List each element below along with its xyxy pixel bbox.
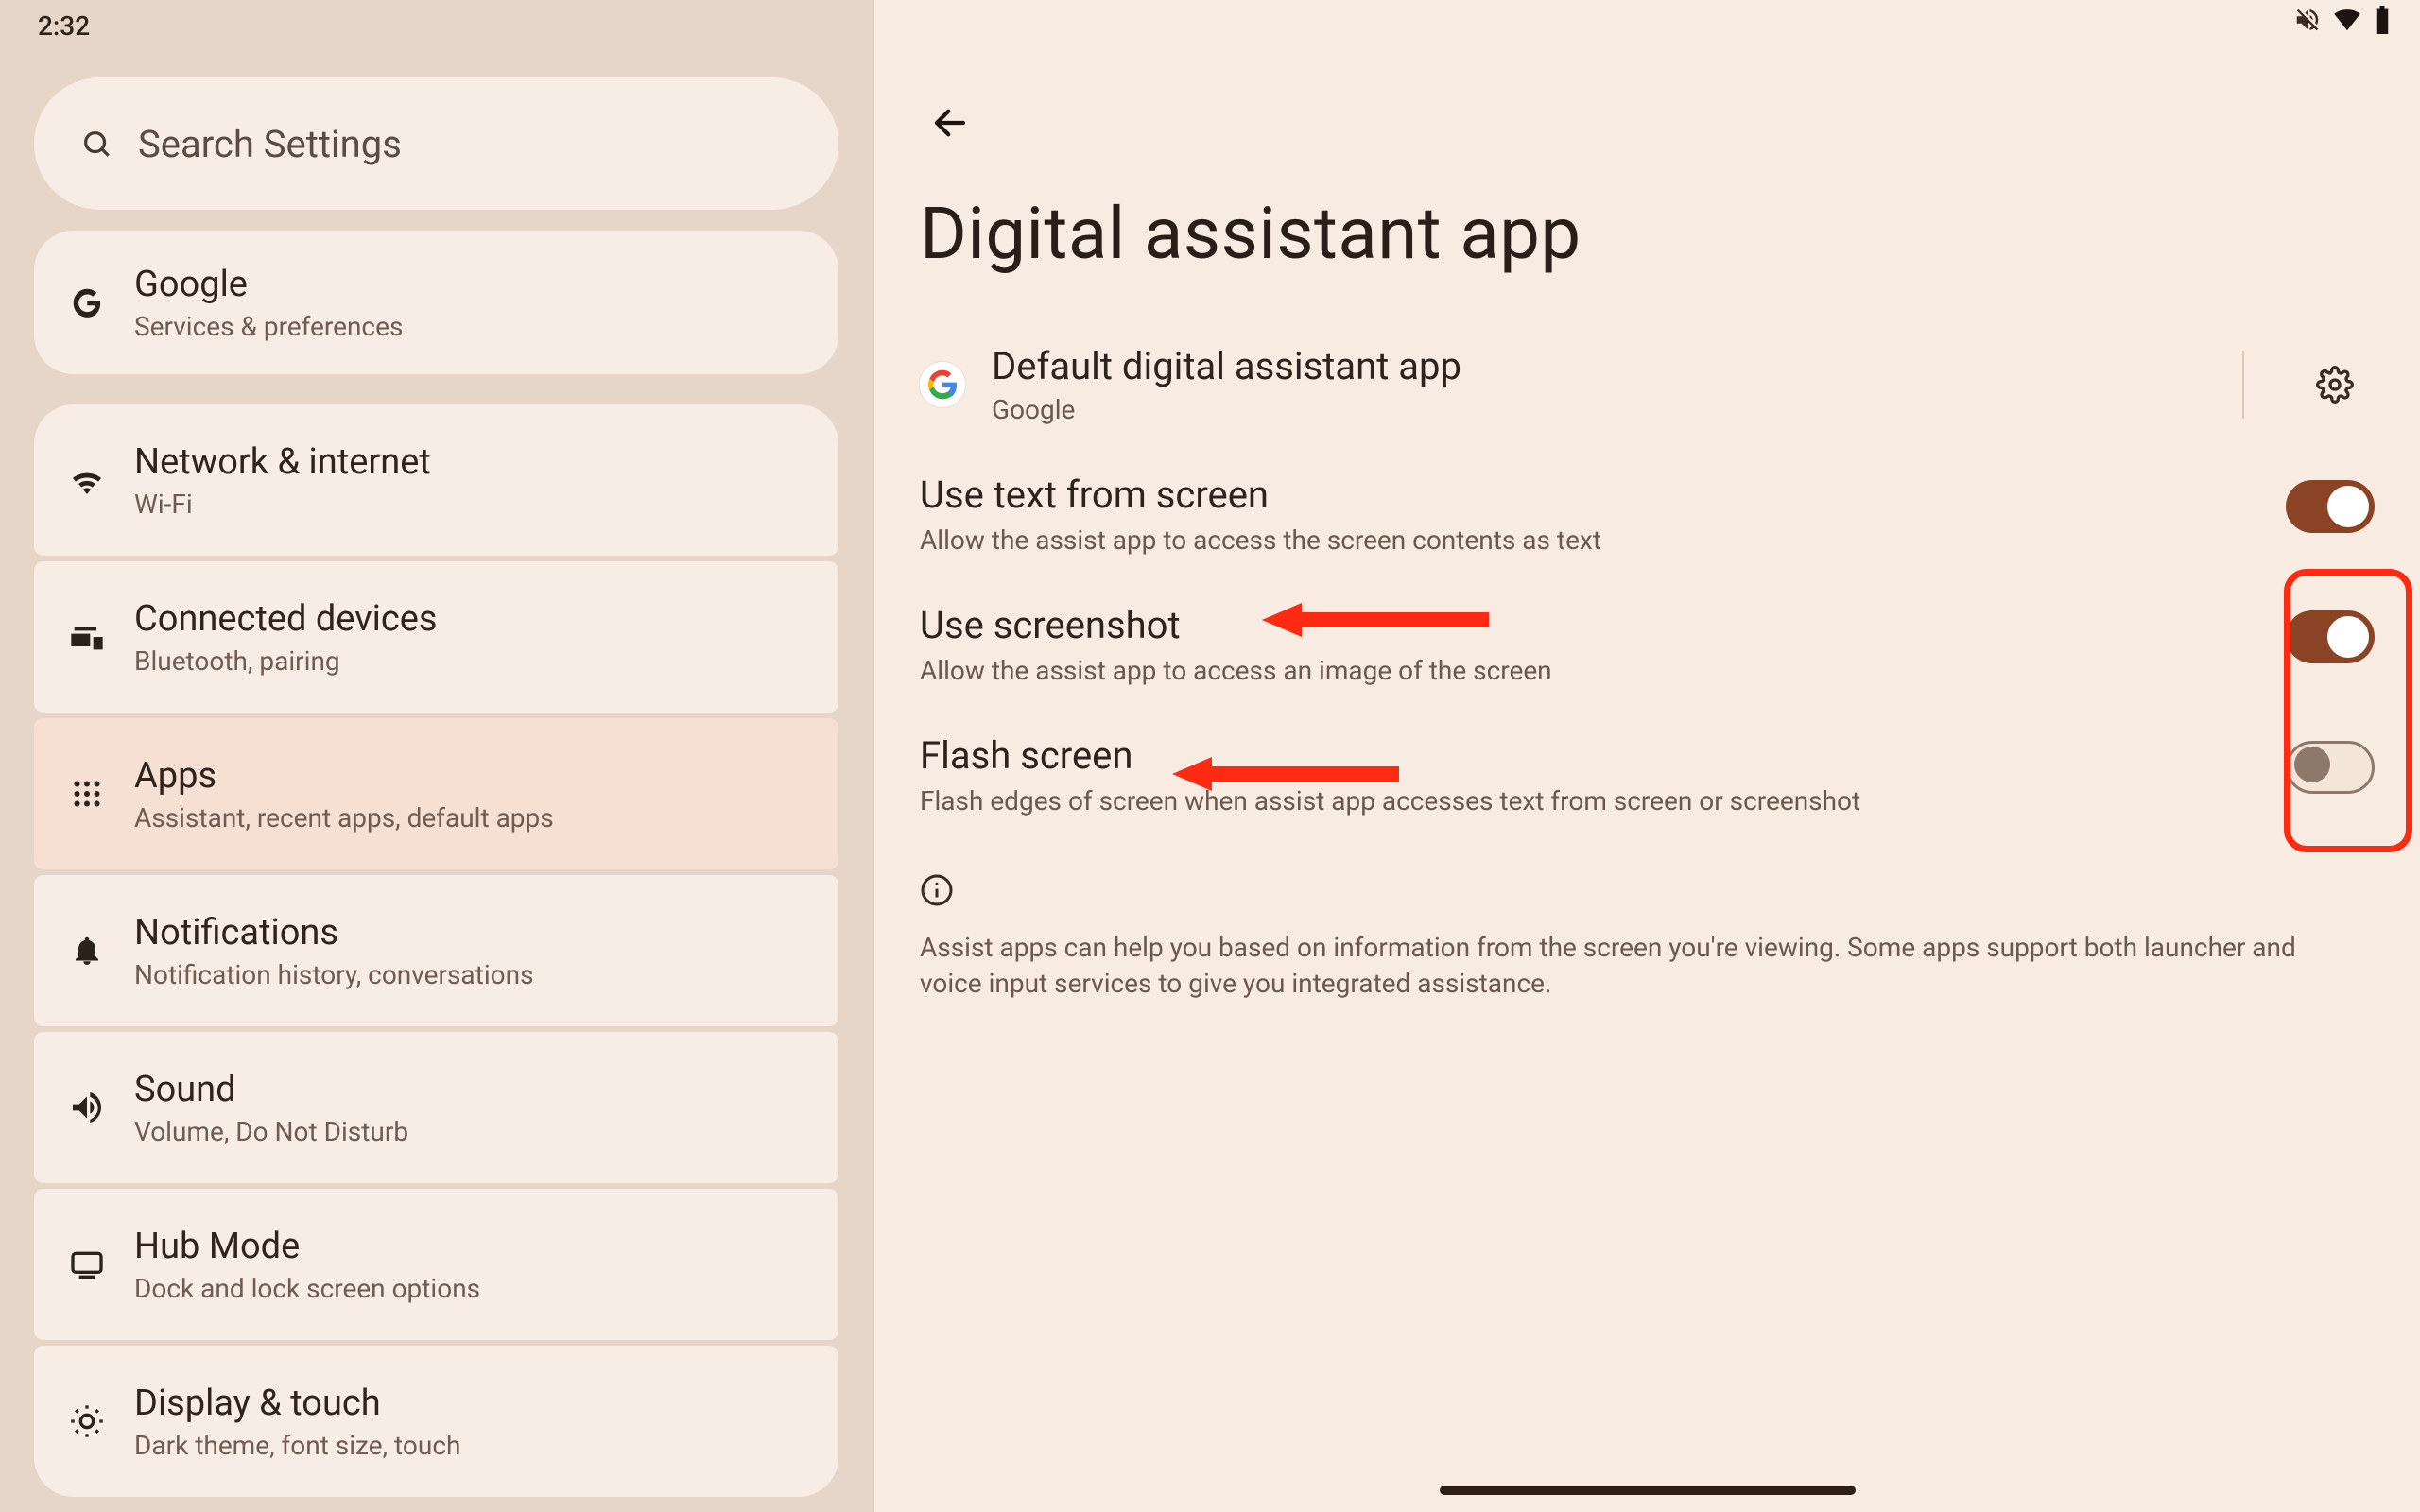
dock-icon [66, 1244, 108, 1285]
status-icons [2293, 6, 2392, 34]
assistant-settings-gear[interactable] [2295, 345, 2375, 424]
settings-sidebar: 2:32 Search Settings Google Servic [0, 0, 874, 1512]
brightness-icon [66, 1400, 108, 1442]
switch-use-text[interactable] [2286, 480, 2375, 533]
google-g-icon [66, 282, 108, 323]
volume-icon [66, 1087, 108, 1128]
search-icon [76, 123, 117, 164]
wifi-icon [66, 459, 108, 501]
status-bar: 2:32 [0, 0, 873, 51]
wifi-status-icon [2333, 6, 2361, 34]
sidebar-item-hub-mode[interactable]: Hub Mode Dock and lock screen options [34, 1189, 838, 1340]
sidebar-item-notifications[interactable]: Notifications Notification history, conv… [34, 875, 838, 1026]
switch-flash-screen[interactable] [2286, 741, 2375, 794]
assistant-footer-text: Assist apps can help you based on inform… [920, 930, 2319, 1002]
divider [2242, 351, 2244, 419]
info-icon [920, 873, 954, 911]
sidebar-item-display[interactable]: Display & touch Dark theme, font size, t… [34, 1346, 838, 1497]
devices-icon [66, 616, 108, 658]
sidebar-item-google[interactable]: Google Services & preferences [34, 231, 838, 374]
pref-default-assistant[interactable]: Default digital assistant app Google [920, 344, 2375, 425]
clock: 2:32 [38, 10, 90, 42]
search-placeholder: Search Settings [138, 122, 402, 166]
pref-use-text-from-screen[interactable]: Use text from screen Allow the assist ap… [920, 472, 2375, 556]
sidebar-item-sound[interactable]: Sound Volume, Do Not Disturb [34, 1032, 838, 1183]
google-color-icon [920, 362, 965, 407]
pref-flash-screen[interactable]: Flash screen Flash edges of screen when … [920, 733, 2375, 816]
apps-grid-icon [66, 773, 108, 815]
bell-icon [66, 930, 108, 971]
switch-use-screenshot[interactable] [2286, 610, 2375, 663]
sidebar-item-connected-devices[interactable]: Connected devices Bluetooth, pairing [34, 561, 838, 713]
sidebar-item-network[interactable]: Network & internet Wi-Fi [34, 404, 838, 556]
sidebar-item-apps[interactable]: Apps Assistant, recent apps, default app… [34, 718, 838, 869]
detail-pane: Digital assistant app Default digital as… [874, 0, 2420, 1512]
search-settings-field[interactable]: Search Settings [34, 77, 838, 210]
battery-icon [2373, 6, 2392, 34]
mute-icon [2293, 6, 2322, 34]
page-title: Digital assistant app [920, 191, 2375, 276]
pref-use-screenshot[interactable]: Use screenshot Allow the assist app to a… [920, 603, 2375, 686]
gesture-nav-handle[interactable] [1440, 1486, 1856, 1495]
back-button[interactable] [920, 93, 980, 153]
